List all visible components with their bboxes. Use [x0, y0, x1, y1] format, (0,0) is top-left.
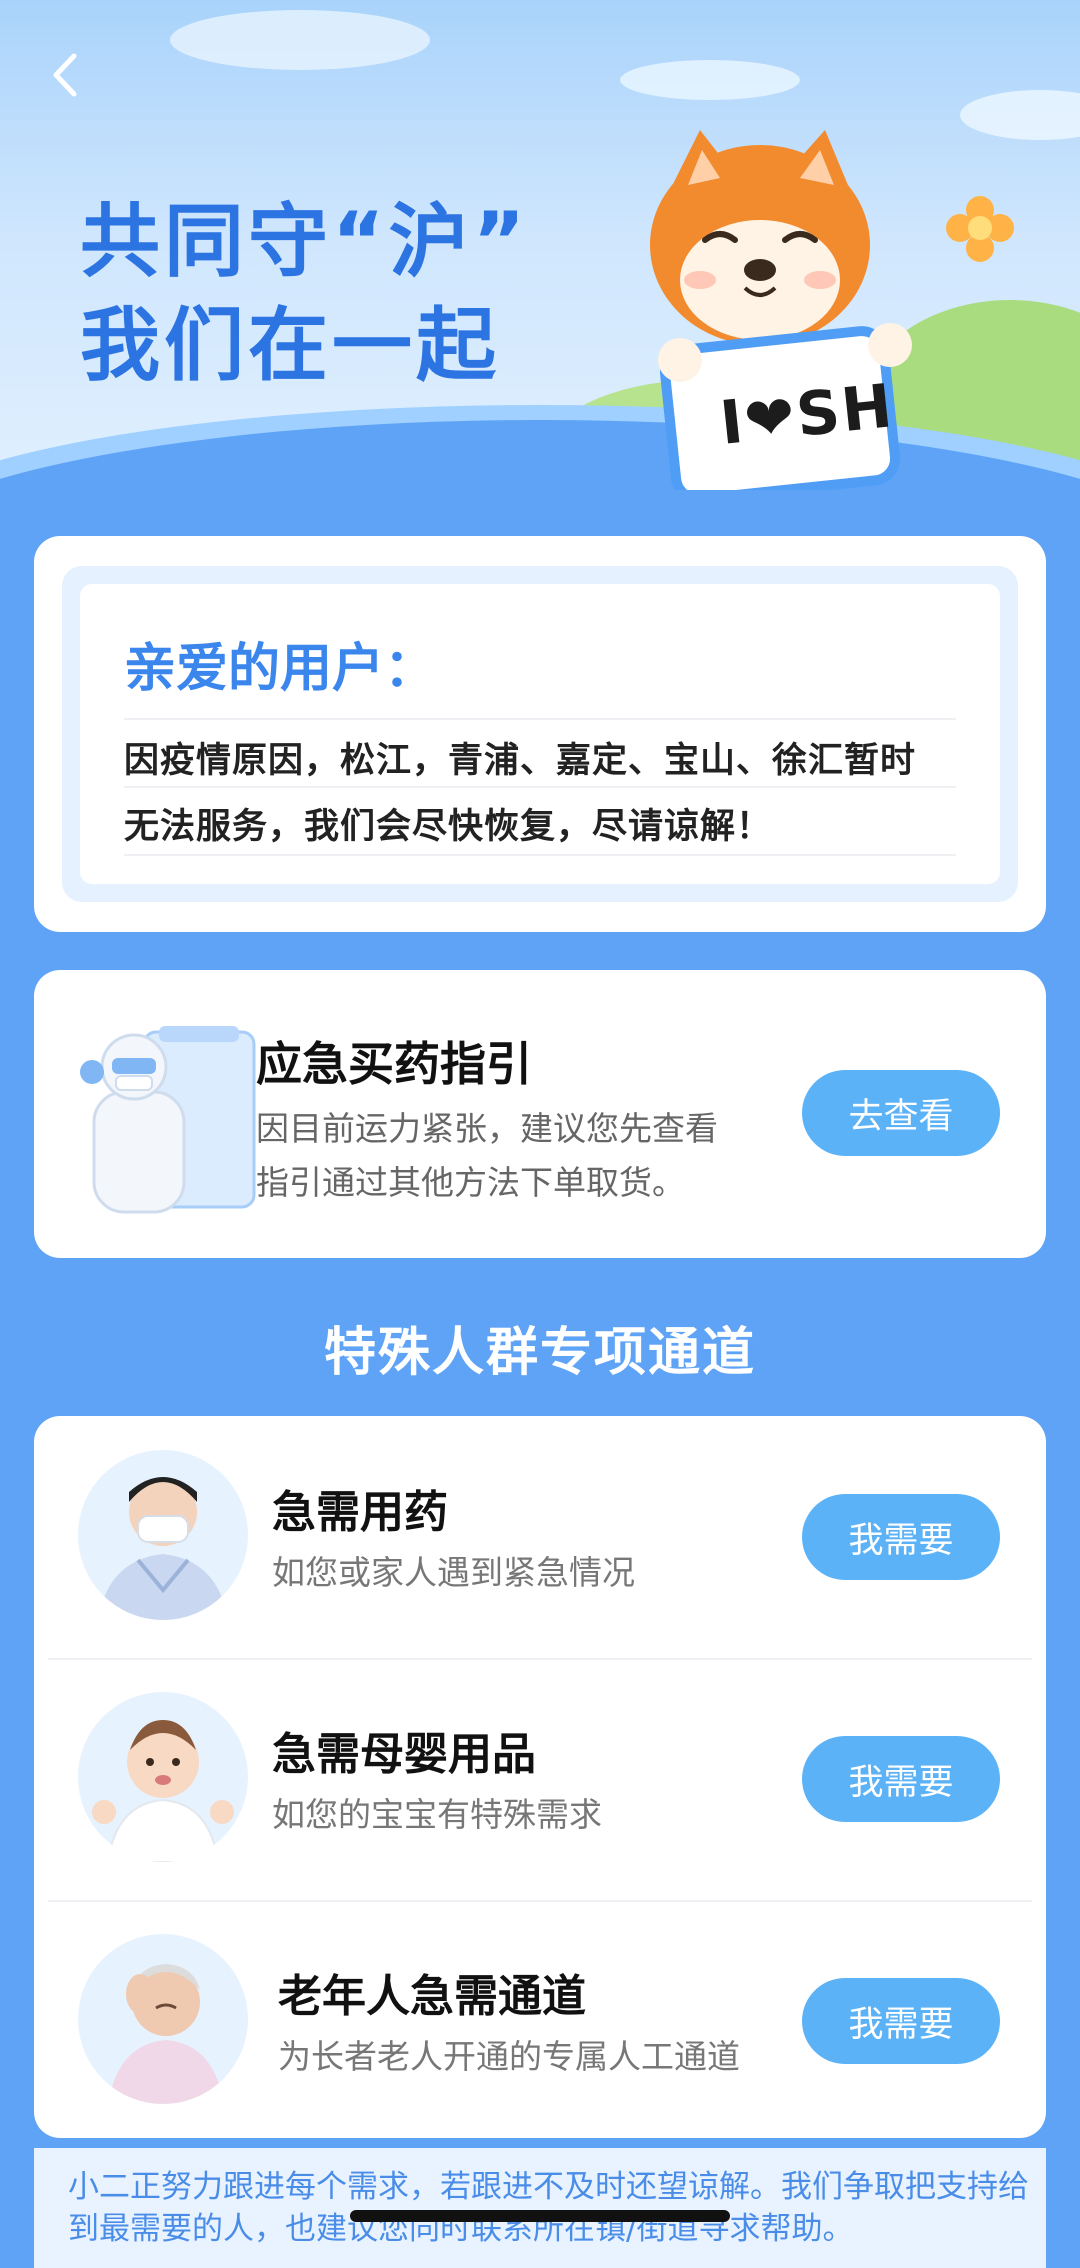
medical-worker-illustration — [80, 1026, 256, 1214]
footer-note: 小二正努力跟进每个需求，若跟进不及时还望谅解。我们争取把支持给到最需要的人，也建… — [34, 2148, 1046, 2268]
notice-line-1: 因疫情原因，松江，青浦、嘉定、宝山、徐汇暂时 — [124, 741, 917, 781]
need-button[interactable]: 我需要 — [802, 1978, 1000, 2064]
elderly-avatar — [78, 1934, 248, 2104]
channel-title: 老年人急需通道 — [278, 1971, 586, 2022]
hero-banner: 共同守“沪” 我们在一起 I❤SH — [0, 0, 1080, 520]
hero-title-line2: 我们在一起 — [80, 299, 500, 392]
notice-frame: 亲爱的用户： 因疫情原因，松江，青浦、嘉定、宝山、徐汇暂时 无法服务，我们会尽快… — [62, 566, 1018, 902]
hero-title: 共同守“沪” 我们在一起 — [80, 190, 529, 398]
hero-title-line1: 共同守“沪” — [80, 195, 530, 288]
channel-subtitle: 如您的宝宝有特殊需求 — [272, 1795, 602, 1834]
guide-desc-line2: 指引通过其他方法下单取货。 — [256, 1163, 685, 1202]
channel-row-medicine[interactable]: 急需用药 如您或家人遇到紧急情况 我需要 — [34, 1416, 1046, 1658]
notice-heading: 亲爱的用户： — [124, 639, 437, 699]
channel-title: 急需母婴用品 — [272, 1729, 536, 1780]
masked-man-illustration — [98, 1477, 228, 1620]
need-button[interactable]: 我需要 — [802, 1736, 1000, 1822]
notice-rule — [124, 786, 956, 788]
channel-row-elderly[interactable]: 老年人急需通道 为长者老人开通的专属人工通道 我需要 — [34, 1900, 1046, 2142]
baby-avatar — [78, 1692, 248, 1862]
cloud-decoration — [960, 90, 1080, 140]
elderly-man-illustration — [108, 1964, 224, 2104]
emergency-guide-card: 应急买药指引 因目前运力紧张，建议您先查看 指引通过其他方法下单取货。 去查看 — [34, 970, 1046, 1258]
special-channels-card: 急需用药 如您或家人遇到紧急情况 我需要 急需母婴用品 如您的宝宝有特殊需求 我… — [34, 1416, 1046, 2138]
notice-line-2: 无法服务，我们会尽快恢复，尽请谅解！ — [124, 807, 773, 847]
view-guide-button[interactable]: 去查看 — [802, 1070, 1000, 1156]
channel-subtitle: 如您或家人遇到紧急情况 — [272, 1553, 635, 1592]
channel-title: 急需用药 — [272, 1487, 448, 1538]
chevron-left-icon — [53, 53, 77, 97]
patient-avatar — [78, 1450, 248, 1620]
back-button[interactable] — [40, 50, 90, 100]
cloud-decoration — [170, 10, 430, 70]
guide-description: 因目前运力紧张，建议您先查看 指引通过其他方法下单取货。 — [256, 1102, 776, 1210]
notice-paper: 亲爱的用户： 因疫情原因，松江，青浦、嘉定、宝山、徐汇暂时 无法服务，我们会尽快… — [80, 584, 1000, 884]
cloud-decoration — [620, 60, 800, 100]
notice-rule — [124, 718, 956, 720]
notice-card: 亲爱的用户： 因疫情原因，松江，青浦、嘉定、宝山、徐汇暂时 无法服务，我们会尽快… — [34, 536, 1046, 932]
channel-row-baby[interactable]: 急需母婴用品 如您的宝宝有特殊需求 我需要 — [34, 1658, 1046, 1900]
guide-desc-line1: 因目前运力紧张，建议您先查看 — [256, 1109, 718, 1148]
flower-decoration — [946, 196, 1014, 262]
notice-rule — [124, 854, 956, 856]
footer-text: 小二正努力跟进每个需求，若跟进不及时还望谅解。我们争取把支持给到最需要的人，也建… — [68, 2169, 1029, 2247]
baby-illustration — [92, 1720, 234, 1862]
section-title: 特殊人群专项通道 — [323, 1323, 756, 1383]
need-button[interactable]: 我需要 — [802, 1494, 1000, 1580]
guide-title: 应急买药指引 — [256, 1037, 532, 1091]
channel-subtitle: 为长者老人开通的专属人工通道 — [278, 2037, 740, 2076]
home-indicator[interactable] — [350, 2210, 730, 2222]
